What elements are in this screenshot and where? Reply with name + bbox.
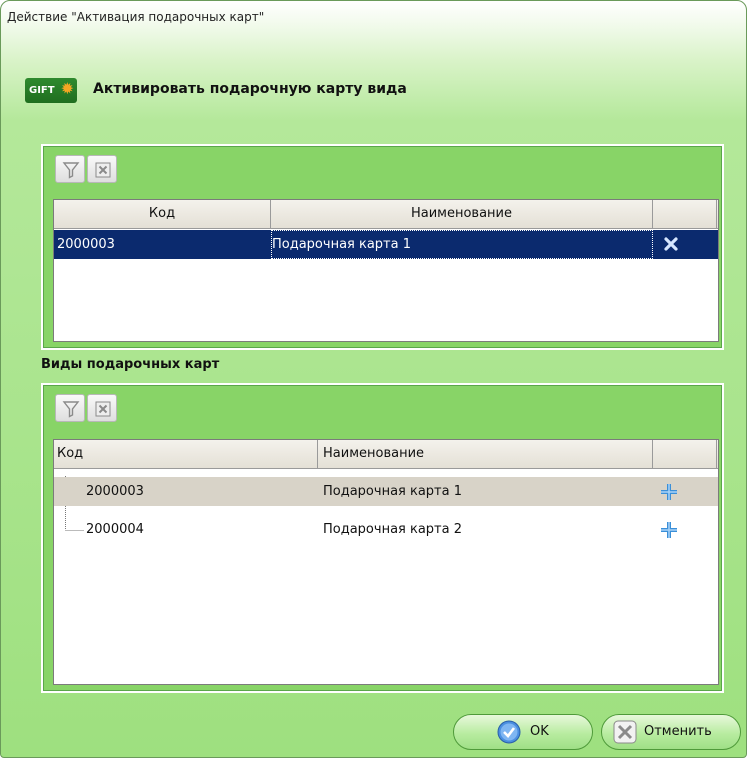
filter-icon	[62, 401, 80, 418]
selected-cards-panel: Код Наименование 2000003 Подарочная карт…	[41, 144, 724, 350]
filter-button[interactable]	[55, 394, 85, 422]
cancel-label: Отменить	[644, 724, 712, 739]
gift-logo-text: GIFT	[29, 85, 55, 96]
add-icon[interactable]	[659, 482, 679, 502]
column-header-name[interactable]: Наименование	[271, 200, 653, 228]
ok-label: OK	[530, 724, 549, 739]
cell-name: Подарочная карта 1	[323, 484, 463, 499]
filter-icon	[62, 162, 80, 179]
selected-cards-grid: Код Наименование 2000003 Подарочная карт…	[53, 199, 719, 342]
cell-name: Подарочная карта 2	[323, 522, 463, 537]
clear-filter-icon	[95, 401, 111, 417]
column-header-action	[653, 200, 717, 228]
grid-header: Код Наименование	[54, 200, 718, 229]
palm-icon: ✹	[60, 79, 74, 98]
card-types-panel: Код Наименование 2000003 Подарочная карт…	[41, 383, 724, 693]
add-icon[interactable]	[659, 520, 679, 540]
cell-code: 2000004	[86, 522, 144, 537]
filter-button[interactable]	[55, 155, 85, 183]
column-header-name[interactable]: Наименование	[318, 440, 653, 468]
cell-code: 2000003	[86, 484, 144, 499]
table-row[interactable]: 2000004 Подарочная карта 2	[54, 515, 718, 544]
clear-filter-icon	[95, 162, 111, 178]
cell-name: Подарочная карта 1	[271, 230, 653, 259]
grid-header: Код Наименование	[54, 440, 718, 469]
clear-filter-button[interactable]	[87, 155, 117, 183]
card-types-grid: Код Наименование 2000003 Подарочная карт…	[53, 439, 719, 685]
dialog-window: Действие "Активация подарочных карт" GIF…	[0, 0, 747, 758]
cancel-button[interactable]: Отменить	[601, 714, 741, 750]
remove-icon[interactable]	[662, 235, 680, 253]
window-title: Действие "Активация подарочных карт"	[7, 10, 265, 24]
cancel-icon	[613, 720, 637, 744]
table-row[interactable]: 2000003 Подарочная карта 1	[54, 230, 718, 259]
column-header-action	[653, 440, 717, 468]
section-label: Виды подарочных карт	[41, 357, 220, 372]
check-icon	[497, 720, 521, 744]
ok-button[interactable]: OK	[453, 714, 593, 750]
header-label: Активировать подарочную карту вида	[93, 81, 407, 97]
gift-card-logo: GIFT ✹	[25, 78, 77, 103]
column-header-code[interactable]: Код	[54, 440, 318, 468]
table-row[interactable]: 2000003 Подарочная карта 1	[54, 477, 718, 506]
column-header-code[interactable]: Код	[54, 200, 271, 228]
clear-filter-button[interactable]	[87, 394, 117, 422]
cell-code: 2000003	[57, 237, 115, 252]
